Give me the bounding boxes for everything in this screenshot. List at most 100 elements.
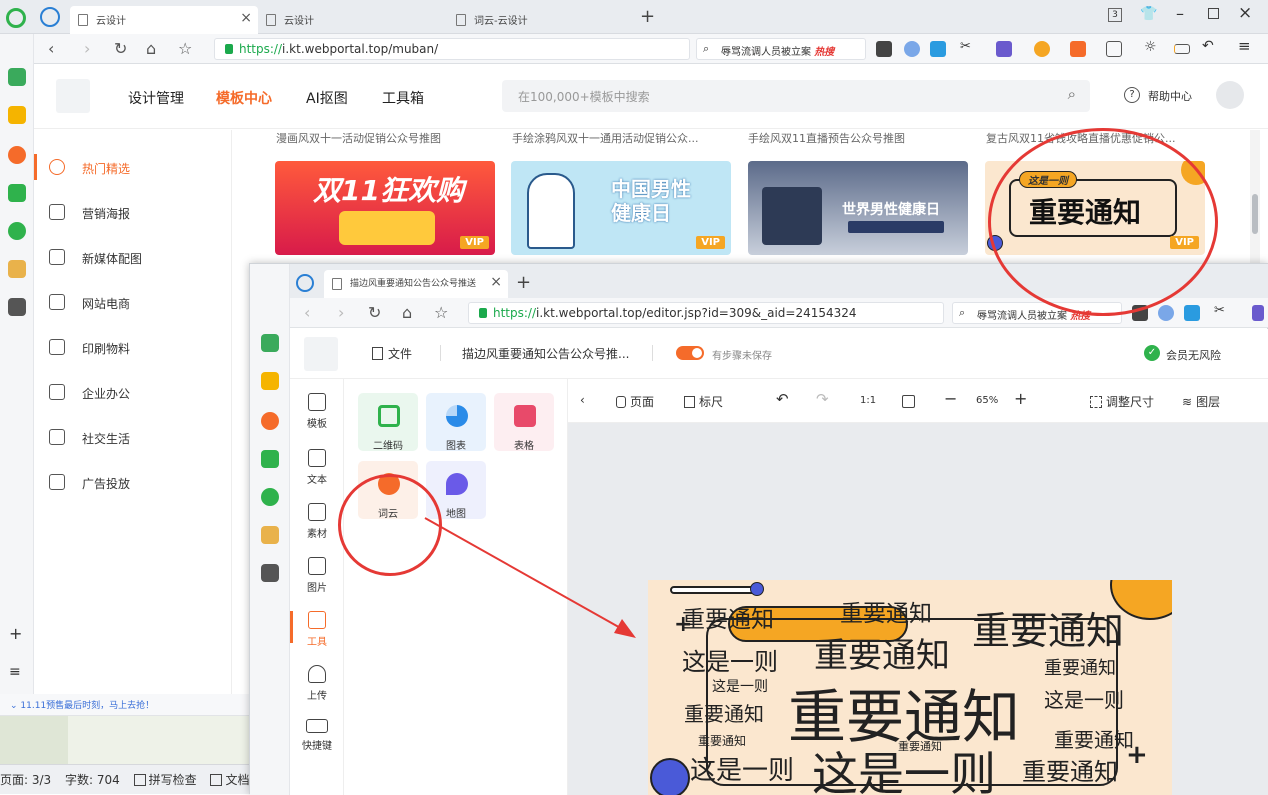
nav-ai-cutout[interactable]: AI抠图 [306, 88, 348, 108]
page-button[interactable]: 页面 [616, 393, 654, 410]
forward-icon[interactable]: › [84, 39, 90, 58]
tool-image[interactable]: 图片 [290, 557, 344, 594]
tab-ciyun[interactable]: 词云-云设计 [448, 6, 634, 34]
translate-icon[interactable] [1252, 305, 1264, 321]
document-check-toggle[interactable]: 文档 [210, 773, 249, 787]
undo-icon[interactable]: ↶ [1202, 38, 1218, 54]
plus-app-icon[interactable] [261, 334, 279, 352]
mail-icon[interactable] [8, 184, 26, 202]
back-icon[interactable]: ‹ [304, 303, 310, 322]
favorite-star-icon[interactable]: ☆ [178, 39, 192, 58]
extension-circle-icon[interactable] [1158, 305, 1174, 321]
star-app-icon[interactable] [261, 372, 279, 390]
weibo-icon[interactable] [8, 146, 26, 164]
widget-chart[interactable]: 图表 [426, 393, 486, 452]
zoom-in-button[interactable]: + [1014, 389, 1027, 408]
file-menu[interactable]: 文件 [372, 345, 412, 362]
sidebar-item-hot[interactable]: 热门精选 [49, 159, 130, 177]
collapse-panel-icon[interactable]: ‹ [580, 393, 585, 407]
tool-tools[interactable]: 工具 [290, 611, 344, 648]
sidebar-item-ecommerce[interactable]: 网站电商 [49, 294, 130, 312]
favorite-star-icon[interactable]: ☆ [434, 303, 448, 322]
redo-button[interactable]: ↷ [816, 390, 829, 408]
url-field[interactable]: https://i.kt.webportal.top/editor.jsp?id… [468, 302, 944, 324]
risk-status[interactable]: 会员无风险 [1166, 347, 1221, 363]
reload-icon[interactable]: ↻ [368, 303, 381, 322]
tab-yun-sheji-1[interactable]: 云设计 × [70, 6, 258, 34]
widget-table[interactable]: 表格 [494, 393, 554, 452]
undo-button[interactable]: ↶ [776, 390, 789, 408]
template-card-double11[interactable]: 双11狂欢购 VIP [275, 161, 495, 255]
mail-icon[interactable] [261, 450, 279, 468]
template-card-world-health[interactable]: 世界男性健康日 [748, 161, 968, 255]
brightness-icon[interactable]: ☼ [1144, 39, 1160, 55]
zoom-out-button[interactable]: − [944, 389, 957, 408]
tab-editor[interactable]: 描边风重要通知公告公众号推送 × [324, 270, 508, 298]
url-field[interactable]: https://i.kt.webportal.top/muban/ [214, 38, 690, 60]
cloud-app-icon[interactable] [8, 222, 26, 240]
resize-button[interactable]: 调整尺寸 [1090, 393, 1154, 410]
tool-template[interactable]: 模板 [290, 393, 344, 430]
menu-icon[interactable]: ≡ [1238, 37, 1254, 55]
list-icon[interactable]: ≡ [9, 664, 21, 680]
avatar[interactable] [1216, 81, 1244, 109]
extension-circle-icon[interactable] [904, 41, 920, 57]
new-tab-button[interactable]: + [516, 272, 531, 293]
promo-bar[interactable]: ⌄ 11.11预售最后时刻，马上去抢！ [0, 694, 250, 716]
sidebar-item-office[interactable]: 企业办公 [49, 384, 130, 402]
nav-design-manage[interactable]: 设计管理 [128, 88, 184, 108]
tool-shortcuts[interactable]: 快捷键 [290, 719, 344, 752]
scroll-thumb[interactable] [1252, 194, 1258, 234]
translate-icon[interactable] [996, 41, 1012, 57]
weibo-icon[interactable] [261, 412, 279, 430]
actual-size-button[interactable]: 1:1 [860, 395, 876, 406]
game-app-icon[interactable] [261, 526, 279, 544]
wordcloud-canvas[interactable]: 重要通知 重要通知 重要通知 重要通知 这是一则 重要通知 这是一则 重要通知 … [648, 580, 1172, 795]
help-icon[interactable]: ? [1124, 87, 1140, 103]
editor-logo[interactable] [304, 337, 338, 371]
home-icon[interactable]: ⌂ [402, 303, 412, 322]
extension-triangle-icon[interactable] [1184, 305, 1200, 321]
back-icon[interactable]: ‹ [48, 39, 54, 58]
game-app-icon[interactable] [8, 260, 26, 278]
scissors-icon[interactable]: ✂ [960, 39, 976, 55]
sidebar-item-print[interactable]: 印刷物料 [49, 339, 130, 357]
navigator-icon[interactable] [296, 274, 314, 292]
nav-template-center[interactable]: 模板中心 [216, 88, 272, 108]
close-window-icon[interactable]: × [1238, 3, 1252, 23]
grid-icon[interactable] [1106, 41, 1122, 57]
help-center-link[interactable]: 帮助中心 [1148, 88, 1192, 104]
tool-upload[interactable]: 上传 [290, 665, 344, 702]
star-app-icon[interactable] [8, 106, 26, 124]
close-icon[interactable]: × [490, 274, 502, 290]
sidebar-item-newmedia[interactable]: 新媒体配图 [49, 249, 142, 267]
template-card-men-health[interactable]: 中国男性健康日 VIP [511, 161, 731, 255]
template-search-input[interactable]: 在100,000+模板中搜索 ⌕ [502, 80, 1090, 112]
browser-search-box[interactable]: ⌕ 辱骂流调人员被立案 热搜 [696, 38, 866, 60]
tool-text[interactable]: 文本 [290, 449, 344, 486]
panda-icon[interactable] [261, 564, 279, 582]
close-icon[interactable]: × [240, 10, 252, 26]
home-icon[interactable]: ⌂ [146, 39, 156, 58]
new-tab-button[interactable]: + [640, 6, 655, 27]
reload-icon[interactable]: ↻ [114, 39, 127, 58]
minimize-icon[interactable]: – [1176, 4, 1184, 23]
forward-icon[interactable]: › [338, 303, 344, 322]
coin-icon[interactable] [1034, 41, 1050, 57]
shirt-icon[interactable]: 👕 [1140, 6, 1157, 22]
search-icon[interactable]: ⌕ [1068, 85, 1076, 103]
document-title[interactable]: 描边风重要通知公告公众号推... [462, 345, 629, 362]
fit-screen-icon[interactable] [902, 395, 915, 408]
add-app-icon[interactable]: + [9, 624, 22, 643]
nav-toolbox[interactable]: 工具箱 [382, 88, 424, 108]
widget-qrcode[interactable]: 二维码 [358, 393, 418, 452]
scissors-icon[interactable]: ✂ [1214, 303, 1230, 319]
spellcheck-toggle[interactable]: 拼写检查 [133, 773, 197, 787]
extension-triangle-icon[interactable] [930, 41, 946, 57]
maximize-icon[interactable] [1208, 8, 1219, 19]
page-scrollbar[interactable] [1250, 130, 1260, 265]
site-logo[interactable] [56, 79, 90, 113]
navigator-icon[interactable] [40, 7, 60, 27]
ruler-button[interactable]: 标尺 [684, 393, 723, 410]
sidebar-item-poster[interactable]: 营销海报 [49, 204, 130, 222]
